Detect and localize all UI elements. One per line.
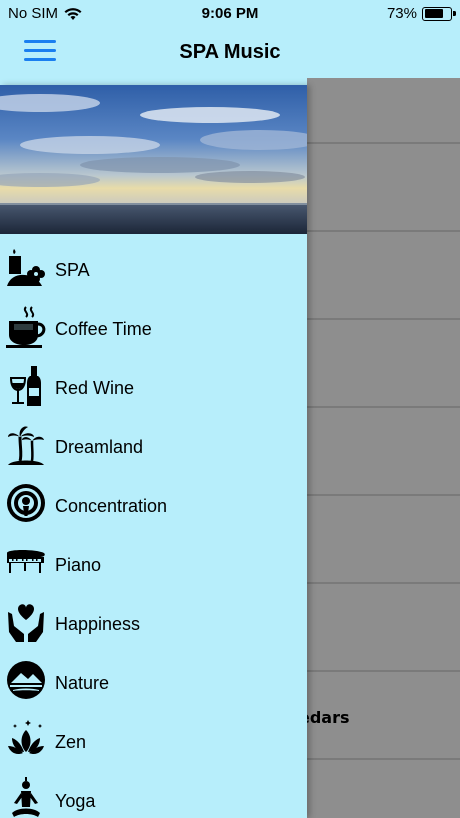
drawer-menu-list: SPA Coffee Time Red Wine Dreamland Conce… (0, 244, 307, 818)
piano-icon (7, 550, 45, 573)
list-row[interactable] (307, 494, 460, 582)
list-row[interactable]: edars (299, 670, 460, 758)
menu-item-label: Yoga (55, 791, 96, 811)
mountain-icon (7, 661, 45, 699)
status-bar: No SIM 9:06 PM 73% (0, 0, 460, 28)
menu-item-nature[interactable]: Nature (0, 657, 307, 716)
spa-candle-icon (7, 249, 45, 286)
list-row[interactable] (307, 142, 460, 230)
menu-item-label: Piano (55, 555, 102, 575)
wine-icon (9, 366, 41, 406)
menu-item-piano[interactable]: Piano (0, 539, 307, 598)
page-title: SPA Music (179, 41, 281, 63)
menu-item-happiness[interactable]: Happiness (0, 598, 307, 657)
menu-item-label: SPA (55, 260, 90, 280)
lotus-icon (8, 720, 44, 755)
nav-bar: SPA Music (0, 28, 460, 78)
coffee-cup-icon (6, 306, 46, 348)
yoga-icon (12, 777, 40, 817)
menu-item-label: Coffee Time (55, 319, 152, 339)
menu-item-spa[interactable]: SPA (0, 244, 307, 303)
drawer-header-image (0, 85, 307, 234)
status-right: 73% (386, 5, 456, 22)
menu-item-dreamland[interactable]: Dreamland (0, 421, 307, 480)
menu-item-label: Dreamland (55, 437, 144, 457)
menu-item-coffee-time[interactable]: Coffee Time (0, 303, 307, 362)
battery-icon (422, 6, 456, 21)
list-row[interactable] (307, 230, 460, 318)
list-row[interactable] (307, 758, 460, 818)
side-drawer: SPA Coffee Time Red Wine Dreamland Conce… (0, 85, 307, 818)
list-row[interactable] (307, 406, 460, 494)
battery-level (424, 9, 443, 18)
menu-item-label: Zen (55, 732, 87, 752)
menu-item-label: Red Wine (55, 378, 135, 398)
list-row[interactable] (307, 582, 460, 670)
main-content-overlay[interactable]: edars (299, 78, 460, 818)
concentration-icon (7, 484, 45, 522)
menu-item-zen[interactable]: Zen (0, 716, 307, 775)
menu-item-concentration[interactable]: Concentration (0, 480, 307, 539)
menu-item-red-wine[interactable]: Red Wine (0, 362, 307, 421)
heart-hands-icon (8, 604, 44, 642)
menu-item-label: Nature (55, 673, 110, 693)
palm-island-icon (8, 426, 44, 465)
menu-item-label: Concentration (55, 496, 168, 516)
list-row[interactable] (307, 318, 460, 406)
battery-percent: 73% (386, 5, 417, 22)
menu-item-label: Happiness (55, 614, 141, 634)
menu-item-yoga[interactable]: Yoga (0, 775, 307, 818)
